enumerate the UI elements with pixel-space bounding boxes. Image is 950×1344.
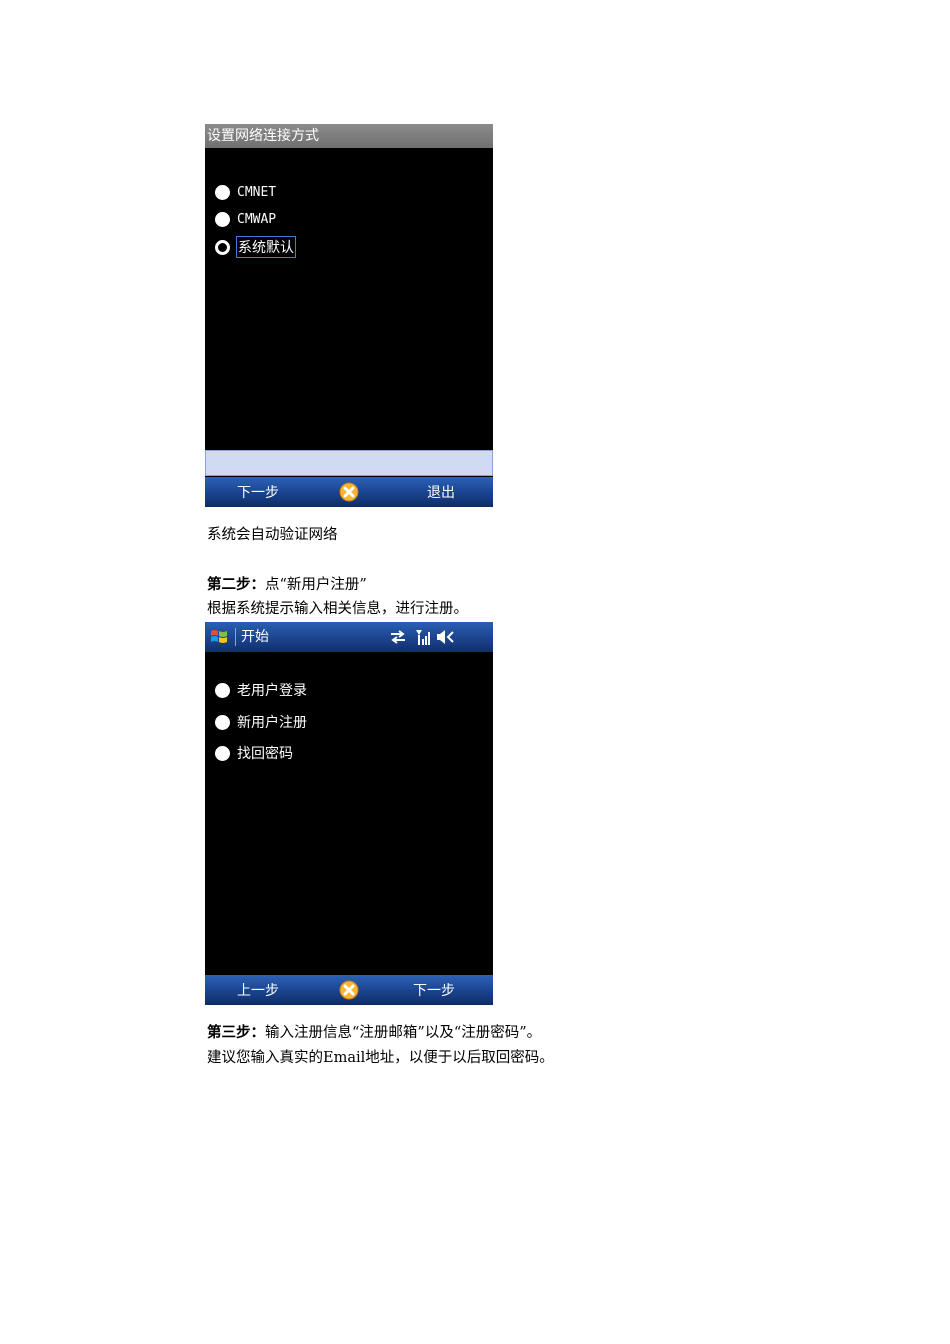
radio-button-icon[interactable] <box>215 184 230 200</box>
signal-strength-icon <box>416 630 430 645</box>
step2-heading: 第二步：点“新用户注册” <box>207 575 367 595</box>
radio-option-label: CMNET <box>237 184 277 200</box>
step3-heading: 第三步：输入注册信息“注册邮箱”以及“注册密码”。 <box>207 1023 541 1043</box>
status-icons <box>391 630 454 645</box>
radio-button-icon[interactable] <box>215 714 230 730</box>
softkey-bar: 上一步 下一步 <box>205 975 493 1005</box>
data-connection-icon <box>391 630 405 644</box>
network-settings-title: 设置网络连接方式 <box>205 124 493 148</box>
step3-description: 建议您输入真实的Email地址，以便于以后取回密码。 <box>207 1050 554 1066</box>
radio-option-label: CMWAP <box>237 211 277 227</box>
caption-auto-verify: 系统会自动验证网络 <box>207 527 338 543</box>
softkey-previous-button[interactable]: 上一步 <box>237 975 279 1005</box>
radio-button-icon[interactable] <box>215 682 230 698</box>
step2-description: 根据系统提示输入相关信息，进行注册。 <box>207 601 468 617</box>
radio-button-icon[interactable] <box>215 211 230 227</box>
radio-option-recover-password[interactable]: 找回密码 <box>215 742 293 764</box>
step3-label: 第三步： <box>207 1024 265 1041</box>
step3-text: 输入注册信息“注册邮箱”以及“注册密码”。 <box>265 1025 542 1041</box>
radio-button-selected-icon[interactable] <box>215 239 230 255</box>
start-menu-screenshot: 开始 老用户登录 新用户注册 找回密码 上一步 下一步 <box>205 622 493 1005</box>
softkey-bar: 下一步 退出 <box>205 477 493 507</box>
step2-label: 第二步： <box>207 576 265 593</box>
network-settings-screenshot: 设置网络连接方式 CMNET CMWAP 系统默认 下一步 退出 <box>205 124 493 507</box>
radio-option-label: 老用户登录 <box>237 683 307 699</box>
radio-option-system-default[interactable]: 系统默认 <box>215 236 296 258</box>
start-title-bar: 开始 <box>205 622 493 652</box>
radio-option-label: 系统默认 <box>236 236 296 258</box>
cancel-x-icon[interactable] <box>339 980 359 1000</box>
radio-option-label: 找回密码 <box>237 746 293 762</box>
radio-button-icon[interactable] <box>215 745 230 761</box>
softkey-next-button[interactable]: 下一步 <box>413 975 455 1005</box>
windows-start-icon[interactable] <box>210 628 228 646</box>
radio-option-label: 新用户注册 <box>237 715 307 731</box>
radio-option-cmwap[interactable]: CMWAP <box>215 208 276 230</box>
step2-text: 点“新用户注册” <box>265 577 367 593</box>
input-bar[interactable] <box>205 450 493 476</box>
cancel-x-icon[interactable] <box>339 482 359 502</box>
softkey-exit-button[interactable]: 退出 <box>427 477 455 507</box>
radio-option-old-user-login[interactable]: 老用户登录 <box>215 679 307 701</box>
title-separator <box>235 628 236 646</box>
start-title: 开始 <box>241 629 269 645</box>
radio-option-new-user-register[interactable]: 新用户注册 <box>215 711 307 733</box>
softkey-next-button[interactable]: 下一步 <box>237 477 279 507</box>
radio-option-cmnet[interactable]: CMNET <box>215 181 276 203</box>
speaker-volume-icon <box>437 630 454 644</box>
